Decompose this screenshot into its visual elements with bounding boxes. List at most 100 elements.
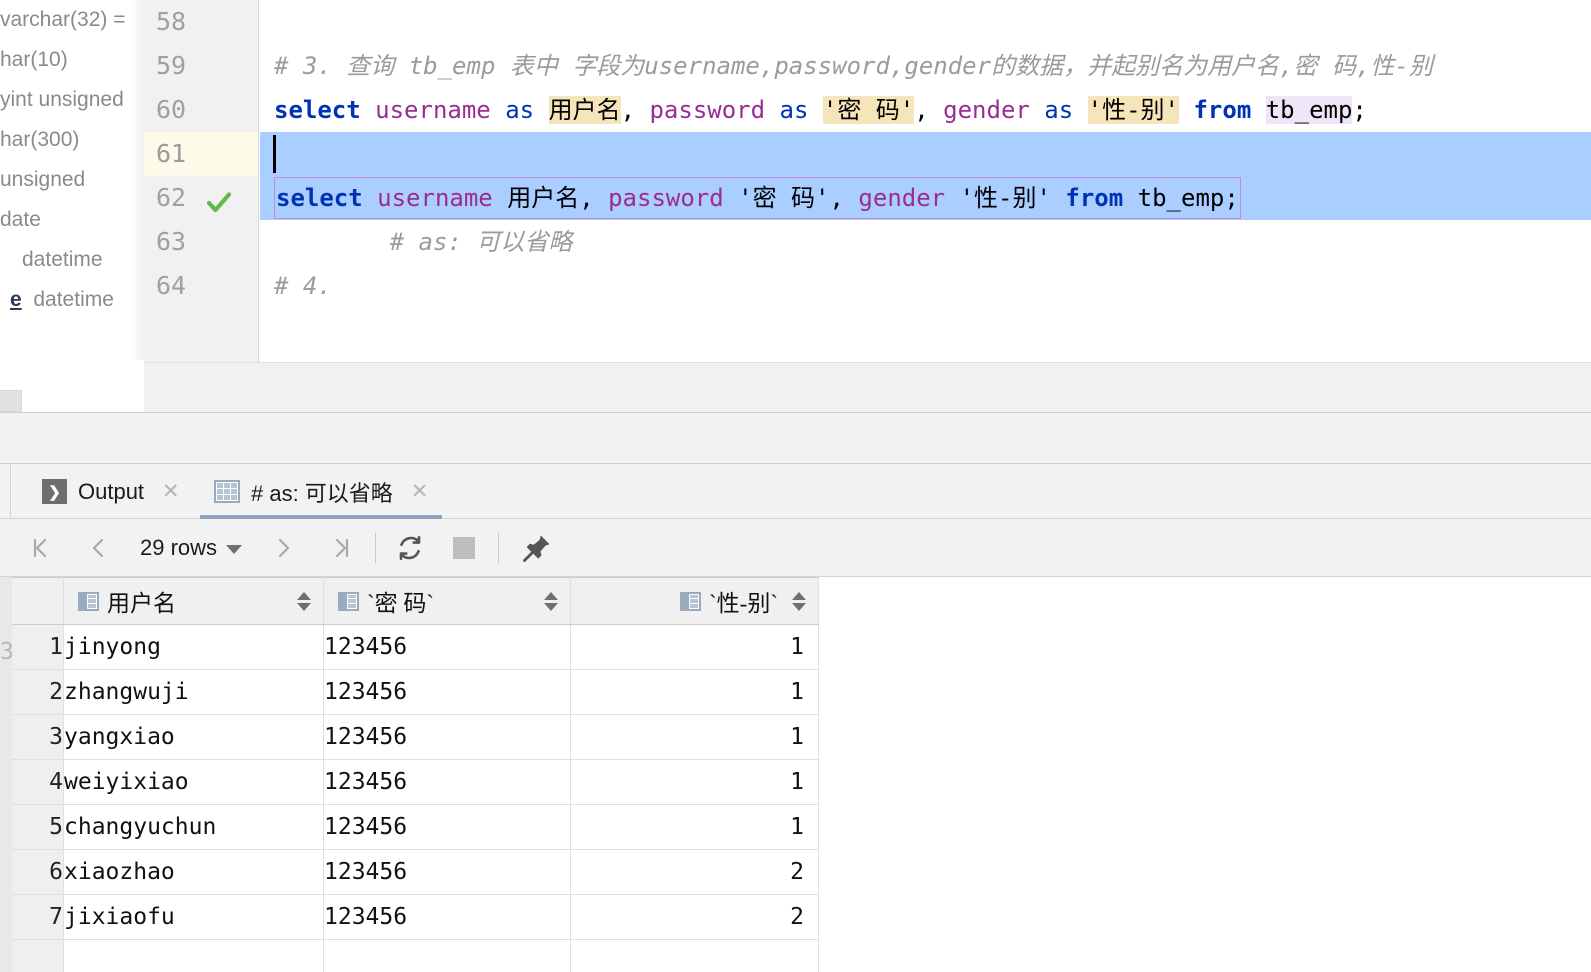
cell-username[interactable] — [63, 939, 324, 972]
last-page-button[interactable] — [318, 525, 364, 571]
semicolon: ; — [1352, 96, 1367, 124]
gutter-line[interactable]: 58 — [144, 0, 258, 44]
panel-splitter[interactable] — [0, 412, 1591, 464]
column-username: username — [377, 184, 493, 212]
cell-password[interactable]: 123456 — [323, 624, 571, 670]
code-line-64[interactable]: # 4. — [260, 264, 1591, 308]
code-line-62[interactable]: select username 用户名, password '密 码', gen… — [260, 176, 1591, 220]
cell-gender[interactable]: 1 — [570, 624, 819, 670]
cell-password[interactable]: 123456 — [323, 759, 571, 805]
cell-gender[interactable]: 1 — [570, 759, 819, 805]
keyword-from: from — [1065, 184, 1124, 212]
row-count-dropdown[interactable]: 29 rows — [130, 535, 252, 561]
result-grid-container[interactable]: 3 用户名 `密 码` `性-别` 1 jinyong 123456 1 2 z… — [0, 577, 1591, 972]
cell-gender[interactable]: 1 — [570, 714, 819, 760]
comma: , — [914, 96, 944, 124]
column-header-gender[interactable]: `性-别` — [570, 577, 819, 625]
column-header-username[interactable]: 用户名 — [63, 577, 324, 625]
reload-icon[interactable] — [387, 525, 433, 571]
line-number-gutter: 58 59 60 61 62 63 64 — [144, 0, 259, 362]
cell-username[interactable]: yangxiao — [63, 714, 324, 760]
run-console-icon: ❯ — [42, 479, 67, 504]
column-header-label: `密 码` — [367, 591, 435, 616]
table-row[interactable]: 7 jixiaofu 123456 2 — [0, 894, 819, 940]
editor-tab-stub[interactable] — [0, 390, 22, 412]
tab-label: Output — [78, 478, 145, 504]
alias-gender: '性-别' — [959, 184, 1051, 212]
cell-password[interactable]: 123456 — [323, 894, 571, 940]
close-icon[interactable]: ✕ — [162, 481, 180, 502]
code-content[interactable]: # 3. 查询 tb_emp 表中 字段为username,password,g… — [260, 0, 1591, 362]
cell-username[interactable]: xiaozhao — [63, 849, 324, 895]
gutter-line[interactable]: 64 — [144, 264, 258, 308]
cell-password[interactable]: 123456 — [323, 669, 571, 715]
cell-password[interactable]: 123456 — [323, 849, 571, 895]
sort-toggle-icon[interactable] — [297, 591, 311, 611]
alias-password: '密 码' — [738, 184, 830, 212]
gutter-line-current[interactable]: 61 — [144, 132, 258, 176]
table-body: 1 jinyong 123456 1 2 zhangwuji 123456 1 … — [0, 624, 819, 972]
table-row[interactable]: 6 xiaozhao 123456 2 — [0, 849, 819, 895]
column-icon — [78, 591, 99, 611]
gutter-line[interactable]: 62 — [144, 176, 258, 220]
schema-row: datetime — [22, 248, 103, 271]
cell-password[interactable]: 123456 — [323, 714, 571, 760]
code-line-59[interactable]: # 3. 查询 tb_emp 表中 字段为username,password,g… — [260, 44, 1591, 88]
column-header-password[interactable]: `密 码` — [323, 577, 571, 625]
gutter-line[interactable]: 63 — [144, 220, 258, 264]
tab-result-set[interactable]: # as: 可以省略 ✕ — [200, 464, 443, 519]
tab-output[interactable]: ❯ Output ✕ — [28, 464, 194, 519]
alias-username: 用户名 — [507, 184, 580, 212]
sql-comment: # 3. 查询 tb_emp 表中 字段为username,password,g… — [274, 52, 1433, 80]
cell-username[interactable]: jixiaofu — [63, 894, 324, 940]
table-row[interactable]: 1 jinyong 123456 1 — [0, 624, 819, 670]
cell-gender[interactable]: 2 — [570, 849, 819, 895]
table-row[interactable]: 2 zhangwuji 123456 1 — [0, 669, 819, 715]
editor-bottom-filler — [144, 362, 1591, 412]
gutter-line[interactable]: 59 — [144, 44, 258, 88]
result-table[interactable]: 用户名 `密 码` `性-别` 1 jinyong 123456 1 2 zha… — [0, 577, 819, 972]
cell-username[interactable]: changyuchun — [63, 804, 324, 850]
cell-username[interactable]: jinyong — [63, 624, 324, 670]
cell-password[interactable]: 123456 — [323, 804, 571, 850]
schema-row: har(300) — [0, 128, 80, 151]
gutter-line[interactable]: 60 — [144, 88, 258, 132]
cell-username[interactable]: zhangwuji — [63, 669, 324, 715]
tabstrip-left-edge — [0, 464, 11, 519]
next-page-button[interactable] — [260, 525, 306, 571]
text-caret — [273, 135, 276, 173]
pin-icon[interactable] — [514, 525, 560, 571]
cell-gender[interactable] — [570, 939, 819, 972]
comma: , — [579, 184, 609, 212]
sort-toggle-icon[interactable] — [792, 591, 806, 611]
cell-gender[interactable]: 1 — [570, 804, 819, 850]
prev-page-button[interactable] — [76, 525, 122, 571]
column-password: password — [649, 96, 766, 124]
tab-label: # as: 可以省略 — [251, 480, 393, 506]
table-header-row: 用户名 `密 码` `性-别` — [0, 577, 819, 625]
code-line-61[interactable]: # as: 可以省略 — [260, 132, 1591, 256]
column-gender: gender — [943, 96, 1030, 124]
column-gender: gender — [858, 184, 946, 212]
code-line-60[interactable]: select username as 用户名, password as '密 码… — [260, 88, 1591, 132]
row-count-label: 29 rows — [140, 534, 218, 560]
executed-statement: select username 用户名, password '密 码', gen… — [274, 177, 1241, 219]
table-row-partial[interactable] — [0, 939, 819, 972]
stop-icon[interactable] — [441, 525, 487, 571]
schema-row: unsigned — [0, 168, 86, 191]
line-number: 62 — [156, 183, 187, 212]
alias-password: '密 码' — [822, 96, 915, 124]
table-row[interactable]: 3 yangxiao 123456 1 — [0, 714, 819, 760]
cell-password[interactable] — [323, 939, 571, 972]
first-page-button[interactable] — [18, 525, 64, 571]
code-line-63[interactable] — [260, 220, 1591, 264]
table-row[interactable]: 5 changyuchun 123456 1 — [0, 804, 819, 850]
cell-gender[interactable]: 1 — [570, 669, 819, 715]
code-line-58[interactable] — [260, 0, 1591, 44]
cell-gender[interactable]: 2 — [570, 894, 819, 940]
sort-toggle-icon[interactable] — [544, 591, 558, 611]
cell-username[interactable]: weiyixiao — [63, 759, 324, 805]
sql-editor[interactable]: 58 59 60 61 62 63 64 # 3. 查询 tb_emp 表中 字… — [144, 0, 1591, 362]
close-icon[interactable]: ✕ — [411, 481, 429, 502]
table-row[interactable]: 4 weiyixiao 123456 1 — [0, 759, 819, 805]
